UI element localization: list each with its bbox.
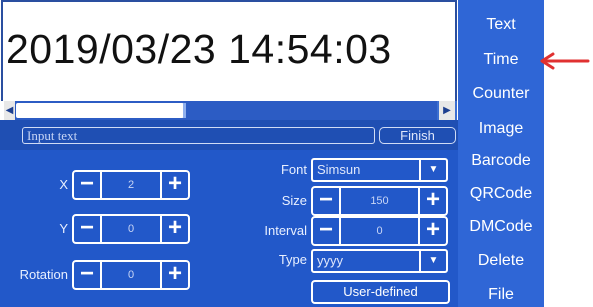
menu-item-barcode[interactable]: Barcode	[458, 152, 544, 170]
rotation-stepper: − 0 +	[72, 260, 190, 290]
size-decrement-button[interactable]: −	[313, 188, 341, 214]
text-input[interactable]: Input text	[22, 127, 375, 144]
interval-stepper: − 0 +	[311, 216, 448, 246]
font-label: Font	[280, 162, 307, 177]
x-label: X	[59, 177, 68, 192]
rotation-increment-button[interactable]: +	[160, 262, 188, 288]
menu-item-time[interactable]: Time	[458, 51, 544, 69]
menu-item-counter[interactable]: Counter	[458, 85, 544, 103]
interval-value[interactable]: 0	[341, 218, 418, 244]
y-stepper: − 0 +	[72, 214, 190, 244]
menu-item-delete[interactable]: Delete	[458, 252, 544, 270]
size-label: Size	[281, 193, 307, 208]
type-label: Type	[278, 252, 307, 267]
x-decrement-button[interactable]: −	[74, 172, 102, 198]
preview-text: 2019/03/23 14:54:03	[6, 26, 392, 72]
y-value[interactable]: 0	[102, 216, 160, 242]
menu-item-dmcode[interactable]: DMCode	[458, 218, 544, 236]
y-label: Y	[59, 221, 68, 236]
user-defined-button[interactable]: User-defined	[311, 280, 450, 304]
scroll-right-icon[interactable]: ▶	[439, 101, 455, 120]
menu-item-qrcode[interactable]: QRCode	[458, 185, 544, 203]
rotation-decrement-button[interactable]: −	[74, 262, 102, 288]
rotation-value[interactable]: 0	[102, 262, 160, 288]
size-stepper: − 150 +	[311, 186, 448, 216]
scrollbar-thumb[interactable]	[16, 103, 184, 118]
scrollbar-thumb-edge	[183, 103, 186, 118]
chevron-down-icon[interactable]: ▼	[419, 251, 446, 271]
x-value[interactable]: 2	[102, 172, 160, 198]
menu-item-image[interactable]: Image	[458, 120, 544, 138]
y-increment-button[interactable]: +	[160, 216, 188, 242]
x-increment-button[interactable]: +	[160, 172, 188, 198]
font-select-value: Simsun	[317, 162, 361, 177]
finish-button[interactable]: Finish	[379, 127, 456, 144]
rotation-label: Rotation	[19, 267, 68, 282]
interval-label: Interval	[264, 223, 307, 238]
chevron-down-icon[interactable]: ▼	[419, 160, 446, 180]
arrow-left-shape	[540, 52, 590, 70]
size-value[interactable]: 150	[341, 188, 418, 214]
arrow-left-icon	[540, 52, 590, 70]
menu-item-file[interactable]: File	[458, 286, 544, 304]
interval-increment-button[interactable]: +	[418, 218, 446, 244]
type-select-value: yyyy	[317, 253, 343, 268]
size-increment-button[interactable]: +	[418, 188, 446, 214]
type-select[interactable]: yyyy ▼	[311, 249, 448, 273]
scroll-left-icon[interactable]: ◀	[4, 101, 15, 120]
font-select[interactable]: Simsun ▼	[311, 158, 448, 182]
interval-decrement-button[interactable]: −	[313, 218, 341, 244]
menu-item-text[interactable]: Text	[458, 16, 544, 34]
x-stepper: − 2 +	[72, 170, 190, 200]
y-decrement-button[interactable]: −	[74, 216, 102, 242]
